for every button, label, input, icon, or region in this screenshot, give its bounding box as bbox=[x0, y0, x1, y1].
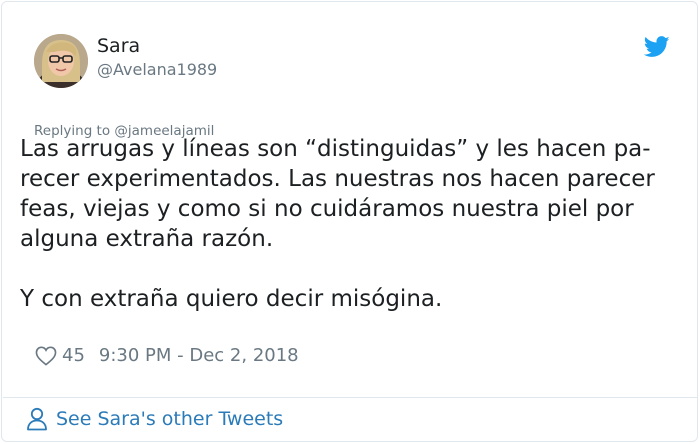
avatar[interactable] bbox=[34, 34, 88, 88]
tweet-card: Sara @Avelana1989 Replying to @jameelaja… bbox=[1, 1, 698, 442]
author-name[interactable]: Sara bbox=[97, 35, 140, 57]
see-other-tweets-label: See Sara's other Tweets bbox=[56, 408, 284, 430]
user-icon bbox=[27, 407, 47, 431]
tweet-paragraph-1: Las arrugas y líneas son “distinguidas” … bbox=[20, 136, 655, 252]
twitter-bird-icon[interactable] bbox=[644, 36, 670, 58]
like-count[interactable]: 45 bbox=[62, 345, 85, 366]
heart-icon[interactable] bbox=[35, 346, 57, 366]
tweet-paragraph-2: Y con extraña quiero decir misógina. bbox=[20, 286, 443, 312]
tweet-text: Las arrugas y líneas son “distinguidas” … bbox=[20, 134, 692, 314]
tweet-meta: 45 9:30 PM - Dec 2, 2018 bbox=[35, 345, 299, 366]
author-handle[interactable]: @Avelana1989 bbox=[97, 60, 217, 79]
avatar-photo-icon bbox=[34, 34, 88, 88]
tweet-timestamp[interactable]: 9:30 PM - Dec 2, 2018 bbox=[99, 345, 299, 366]
footer-divider bbox=[3, 397, 698, 398]
see-other-tweets-link[interactable]: See Sara's other Tweets bbox=[26, 407, 283, 431]
